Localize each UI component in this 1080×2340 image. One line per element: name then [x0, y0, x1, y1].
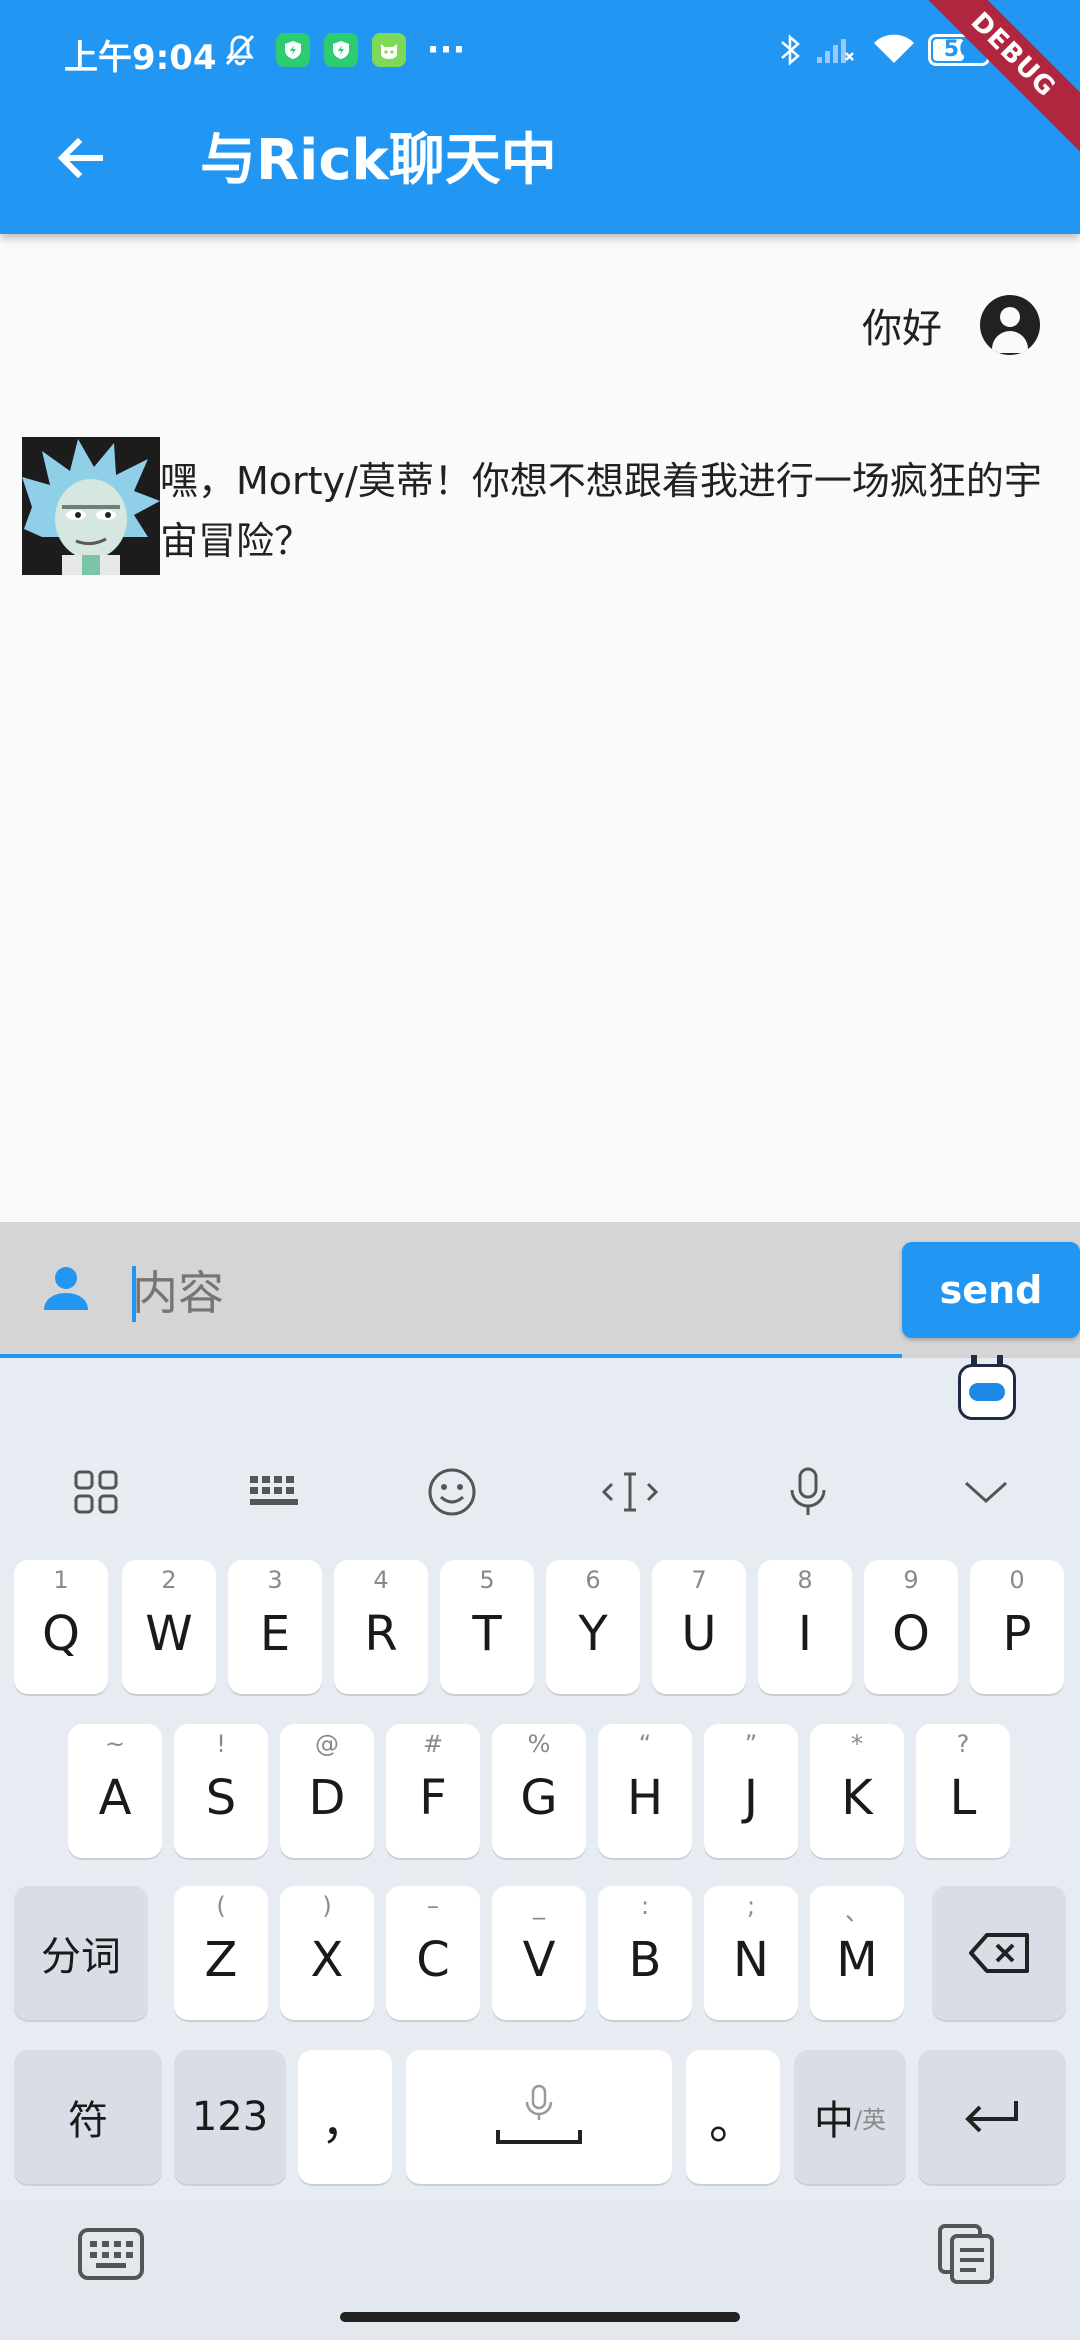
keyboard-assistant-icon[interactable]	[958, 1355, 1016, 1420]
person-icon	[40, 1262, 92, 1314]
app-bar: 上午9:04 ··· 56 DEBUG 与Rick聊天中	[0, 0, 1080, 234]
language-key[interactable]: 中/英	[794, 2050, 906, 2184]
enter-key[interactable]	[918, 2050, 1066, 2184]
message-text: 你好	[862, 306, 942, 352]
period-key[interactable]: 。	[686, 2050, 780, 2184]
more-dots-icon: ···	[426, 30, 466, 70]
key-q[interactable]: 1Q	[14, 1560, 108, 1694]
key-k[interactable]: * K	[810, 1724, 904, 1858]
segment-key[interactable]: 分词	[14, 1886, 148, 2020]
key-t[interactable]: 5T	[440, 1560, 534, 1694]
key-j[interactable]: ” J	[704, 1724, 798, 1858]
app-shield-icon	[276, 33, 310, 67]
key-l[interactable]: ? L	[916, 1724, 1010, 1858]
key-s[interactable]: ! S	[174, 1724, 268, 1858]
mute-bell-icon	[220, 30, 260, 70]
key-w[interactable]: 2W	[122, 1560, 216, 1694]
rick-avatar-image	[22, 437, 160, 575]
wifi-icon	[870, 30, 918, 70]
key-z[interactable]: (Z	[174, 1886, 268, 2020]
send-button[interactable]: send	[902, 1242, 1080, 1338]
key-b[interactable]: :B	[598, 1886, 692, 2020]
message-received: 嘿，Morty/莫蒂！你想不想跟着我进行一场疯狂的宇宙冒险？	[22, 437, 1062, 575]
text-cursor-icon[interactable]	[600, 1462, 660, 1522]
key-a[interactable]: ~ A	[68, 1724, 162, 1858]
message-input[interactable]	[132, 1262, 872, 1324]
home-indicator[interactable]	[340, 2312, 740, 2322]
symbols-key[interactable]: 符	[14, 2050, 162, 2184]
app-cat-icon	[372, 33, 406, 67]
key-c[interactable]: – C	[386, 1886, 480, 2020]
numbers-key[interactable]: 123	[174, 2050, 286, 2184]
text-cursor	[132, 1266, 136, 1322]
keyboard-switch-icon[interactable]	[76, 2226, 146, 2282]
signal-icon	[812, 30, 858, 70]
keyboard-layout-icon[interactable]	[244, 1462, 304, 1522]
back-button[interactable]	[44, 122, 116, 194]
key-i[interactable]: 8I	[758, 1560, 852, 1694]
bluetooth-icon	[772, 30, 808, 70]
backspace-key[interactable]	[932, 1886, 1066, 2020]
key-f[interactable]: # F	[386, 1724, 480, 1858]
collapse-chevron-icon[interactable]	[956, 1462, 1016, 1522]
space-mic-icon	[496, 2084, 582, 2144]
key-d[interactable]: @ D	[280, 1724, 374, 1858]
app-shield-icon	[324, 33, 358, 67]
status-bar: 上午9:04 ··· 56	[0, 0, 1080, 100]
key-m[interactable]: 、 M	[810, 1886, 904, 2020]
key-e[interactable]: 3E	[228, 1560, 322, 1694]
microphone-icon[interactable]	[778, 1462, 838, 1522]
key-p[interactable]: 0P	[970, 1560, 1064, 1694]
enter-icon	[965, 2101, 1018, 2133]
key-y[interactable]: 6Y	[546, 1560, 640, 1694]
page-title: 与Rick聊天中	[200, 128, 557, 193]
key-r[interactable]: 4R	[334, 1560, 428, 1694]
grid-apps-icon[interactable]	[66, 1462, 126, 1522]
key-g[interactable]: % G	[492, 1724, 586, 1858]
message-text: 嘿，Morty/莫蒂！你想不想跟着我进行一场疯狂的宇宙冒险？	[160, 459, 1042, 563]
comma-key[interactable]: ，	[298, 2050, 392, 2184]
message-sent: 你好	[862, 290, 1040, 360]
key-o[interactable]: 9O	[864, 1560, 958, 1694]
space-key[interactable]	[406, 2050, 672, 2184]
key-x[interactable]: ) X	[280, 1886, 374, 2020]
backspace-icon	[969, 1933, 1029, 1973]
clipboard-icon[interactable]	[934, 2222, 998, 2286]
status-time: 上午9:04	[64, 38, 217, 78]
arrow-back-icon	[57, 137, 103, 179]
emoji-icon[interactable]	[422, 1462, 482, 1522]
key-v[interactable]: _ V	[492, 1886, 586, 2020]
key-h[interactable]: “H	[598, 1724, 692, 1858]
key-n[interactable]: ; N	[704, 1886, 798, 2020]
key-u[interactable]: 7U	[652, 1560, 746, 1694]
account-circle-icon	[980, 295, 1040, 355]
